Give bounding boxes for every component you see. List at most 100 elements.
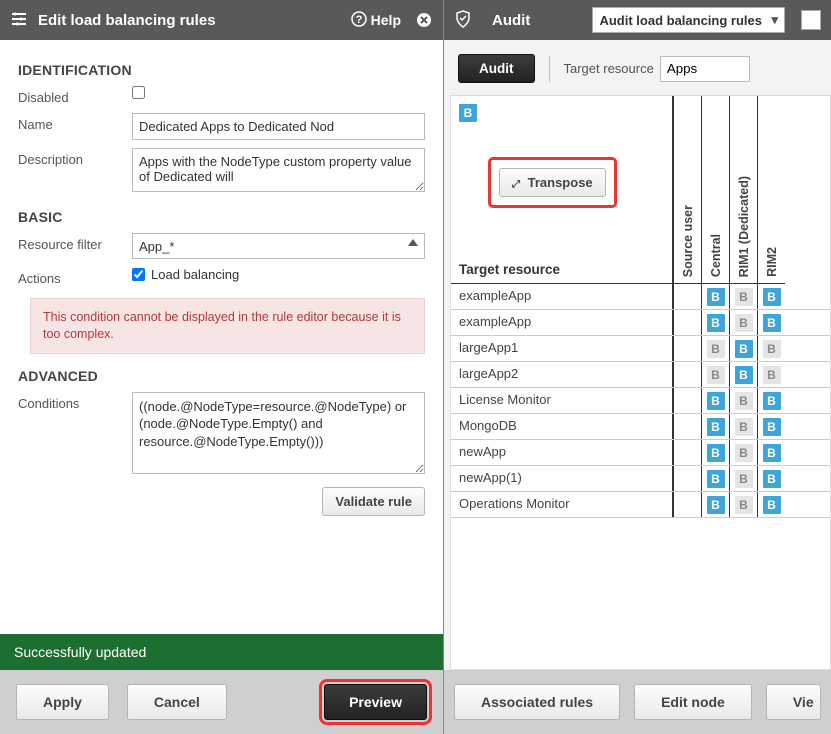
row-cell <box>673 466 701 491</box>
section-advanced: ADVANCED <box>18 368 425 384</box>
table-row: largeApp1BBB <box>451 336 830 362</box>
rules-icon <box>10 10 28 31</box>
row-cell <box>673 414 701 439</box>
grid-column-header[interactable]: RIM1 (Dedicated) <box>729 96 757 283</box>
validate-rule-button[interactable]: Validate rule <box>322 487 425 516</box>
b-badge: B <box>707 496 725 514</box>
row-cell <box>673 310 701 335</box>
complex-condition-warning: This condition cannot be displayed in th… <box>30 298 425 354</box>
row-cell: B <box>757 284 785 309</box>
row-cell <box>673 336 701 361</box>
b-badge: B <box>707 288 725 306</box>
row-cell: B <box>701 388 729 413</box>
grid-column-header[interactable]: RIM2 <box>757 96 785 283</box>
table-row: largeApp2BBB <box>451 362 830 388</box>
row-cell: B <box>757 440 785 465</box>
b-badge: B <box>763 418 781 436</box>
row-name[interactable]: newApp <box>451 440 673 465</box>
row-name[interactable]: License Monitor <box>451 388 673 413</box>
row-cell <box>673 440 701 465</box>
grid-column-headers: Source userCentralRIM1 (Dedicated)RIM2 <box>673 96 785 284</box>
b-badge: B <box>763 314 781 332</box>
toolbar-divider <box>549 56 550 82</box>
audit-type-value: Audit load balancing rules <box>599 13 762 28</box>
close-icon[interactable] <box>415 11 433 29</box>
transpose-label: Transpose <box>528 175 593 190</box>
audit-footer: Associated rules Edit node Vie <box>444 670 831 734</box>
transpose-button[interactable]: ⤢ Transpose <box>499 168 606 197</box>
row-cell: B <box>729 414 757 439</box>
audit-panel: Audit Audit load balancing rules Audit T… <box>444 0 831 734</box>
help-link[interactable]: ? Help <box>351 11 401 30</box>
resource-filter-value: App_* <box>139 239 174 254</box>
resource-filter-label: Resource filter <box>18 233 132 253</box>
row-cell: B <box>757 466 785 491</box>
section-identification: IDENTIFICATION <box>18 62 425 78</box>
transpose-icon: ⤢ <box>512 179 520 190</box>
row-cell: B <box>701 414 729 439</box>
b-badge: B <box>707 314 725 332</box>
target-resource-input[interactable] <box>660 56 750 82</box>
b-badge: B <box>707 444 725 462</box>
b-badge-inactive: B <box>735 444 753 462</box>
row-cell: B <box>729 466 757 491</box>
load-balancing-label: Load balancing <box>151 267 239 282</box>
row-cell: B <box>729 310 757 335</box>
conditions-input[interactable] <box>132 392 425 474</box>
row-cell: B <box>729 336 757 361</box>
row-cell: B <box>701 336 729 361</box>
conditions-label: Conditions <box>18 392 132 411</box>
row-name[interactable]: largeApp1 <box>451 336 673 361</box>
b-badge: B <box>763 392 781 410</box>
resource-filter-select[interactable]: App_* <box>132 233 425 259</box>
b-badge: B <box>763 288 781 306</box>
audit-toolbar: Audit Target resource <box>444 40 831 89</box>
row-cell <box>673 362 701 387</box>
preview-button[interactable]: Preview <box>324 684 427 720</box>
row-cell <box>673 388 701 413</box>
table-row: newAppBBB <box>451 440 830 466</box>
row-name[interactable]: exampleApp <box>451 284 673 309</box>
status-message: Successfully updated <box>0 634 443 670</box>
row-name[interactable]: MongoDB <box>451 414 673 439</box>
row-cell: B <box>729 388 757 413</box>
b-badge: B <box>707 418 725 436</box>
edit-header-title: Edit load balancing rules <box>38 12 351 29</box>
section-basic: BASIC <box>18 209 425 225</box>
header-checkbox[interactable] <box>801 10 821 30</box>
row-name[interactable]: newApp(1) <box>451 466 673 491</box>
row-cell: B <box>757 388 785 413</box>
audit-type-select[interactable]: Audit load balancing rules <box>592 7 785 33</box>
view-button[interactable]: Vie <box>766 684 821 720</box>
b-badge-inactive: B <box>735 314 753 332</box>
row-cell: B <box>701 284 729 309</box>
cancel-button[interactable]: Cancel <box>127 684 227 720</box>
b-badge-inactive: B <box>707 366 725 384</box>
b-badge-inactive: B <box>735 288 753 306</box>
edit-node-button[interactable]: Edit node <box>634 684 752 720</box>
table-row: Operations MonitorBBB <box>451 492 830 518</box>
table-row: exampleAppBBB <box>451 310 830 336</box>
disabled-label: Disabled <box>18 86 132 105</box>
associated-rules-button[interactable]: Associated rules <box>454 684 620 720</box>
row-name[interactable]: largeApp2 <box>451 362 673 387</box>
description-input[interactable] <box>132 148 425 192</box>
chevron-up-icon <box>408 239 418 246</box>
table-row: exampleAppBBB <box>451 284 830 310</box>
grid-column-header[interactable]: Central <box>701 96 729 283</box>
apply-button[interactable]: Apply <box>16 684 109 720</box>
b-badge-inactive: B <box>735 496 753 514</box>
table-row: License MonitorBBB <box>451 388 830 414</box>
row-cell: B <box>757 492 785 517</box>
row-name[interactable]: exampleApp <box>451 310 673 335</box>
disabled-checkbox[interactable] <box>132 86 145 99</box>
audit-grid: B ⤢ Transpose Target resource Source use… <box>450 95 831 670</box>
b-badge: B <box>763 496 781 514</box>
row-name[interactable]: Operations Monitor <box>451 492 673 517</box>
load-balancing-checkbox[interactable] <box>132 268 145 281</box>
name-input[interactable] <box>132 113 425 140</box>
table-row: newApp(1)BBB <box>451 466 830 492</box>
table-row: MongoDBBBB <box>451 414 830 440</box>
grid-column-header[interactable]: Source user <box>673 96 701 283</box>
audit-button[interactable]: Audit <box>458 54 535 83</box>
